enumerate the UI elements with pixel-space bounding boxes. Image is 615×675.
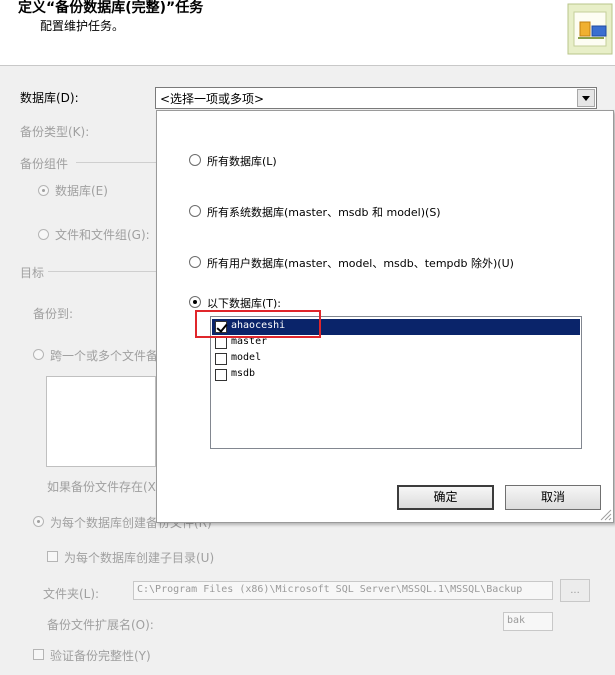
maintenance-task-icon xyxy=(567,3,613,55)
group-divider xyxy=(76,162,156,163)
browse-button[interactable]: ... xyxy=(560,579,590,602)
file-extension-input[interactable]: bak xyxy=(503,612,553,631)
radio-database-component[interactable] xyxy=(38,185,49,196)
option-system-databases[interactable]: 所有系统数据库(master、msdb 和 model)(S) xyxy=(207,204,441,220)
list-item[interactable]: model xyxy=(212,351,580,367)
database-checkbox[interactable] xyxy=(215,369,227,381)
option-span-files: 跨一个或多个文件备 xyxy=(50,349,156,363)
database-checkbox[interactable] xyxy=(215,353,227,365)
database-checkbox[interactable] xyxy=(215,337,227,349)
create-subdir-label: 为每个数据库创建子目录(U) xyxy=(64,551,215,565)
backup-component-group-label: 备份组件 xyxy=(20,157,69,171)
database-dropdown-value: <选择一项或多项> xyxy=(160,92,265,106)
group-divider xyxy=(48,271,156,272)
file-extension-label: 备份文件扩展名(O): xyxy=(47,618,154,632)
option-files-component: 文件和文件组(G): xyxy=(55,228,150,242)
option-database-component: 数据库(E) xyxy=(55,184,108,198)
page-subtitle: 配置维护任务。 xyxy=(40,19,125,33)
chevron-down-icon[interactable] xyxy=(577,89,595,107)
destination-group-label: 目标 xyxy=(20,266,45,280)
page-title: 定义“备份数据库(完整)”任务 xyxy=(18,0,204,16)
folder-path-input[interactable]: C:\Program Files (x86)\Microsoft SQL Ser… xyxy=(133,581,553,600)
option-user-databases[interactable]: 所有用户数据库(master、model、msdb、tempdb 除外)(U) xyxy=(207,255,514,271)
radio-system-databases[interactable] xyxy=(189,205,201,217)
radio-files-component[interactable] xyxy=(38,229,49,240)
backup-to-label: 备份到: xyxy=(33,307,74,321)
database-name: model xyxy=(231,352,262,363)
database-selection-popup: 所有数据库(L) 所有系统数据库(master、msdb 和 model)(S)… xyxy=(156,110,614,523)
radio-user-databases[interactable] xyxy=(189,256,201,268)
radio-span-files[interactable] xyxy=(33,349,44,360)
cancel-button[interactable]: 取消 xyxy=(505,485,601,510)
annotation-highlight-box xyxy=(195,310,321,338)
database-dropdown[interactable]: <选择一项或多项> xyxy=(155,87,597,109)
if-exists-label: 如果备份文件存在(X xyxy=(47,480,156,494)
folder-label: 文件夹(L): xyxy=(43,587,100,601)
database-label: 数据库(D): xyxy=(20,91,79,105)
option-these-databases[interactable]: 以下数据库(T): xyxy=(207,295,281,311)
radio-all-databases[interactable] xyxy=(189,154,201,166)
list-item[interactable]: msdb xyxy=(212,367,580,383)
backup-type-label: 备份类型(K): xyxy=(20,125,90,139)
ok-button[interactable]: 确定 xyxy=(397,485,494,510)
verify-integrity-checkbox[interactable] xyxy=(33,649,44,660)
radio-these-databases[interactable] xyxy=(189,296,201,308)
radio-per-database-file[interactable] xyxy=(33,516,44,527)
database-name: msdb xyxy=(231,368,256,379)
verify-integrity-label: 验证备份完整性(Y) xyxy=(50,649,151,663)
create-subdir-checkbox[interactable] xyxy=(47,551,58,562)
wizard-header: 定义“备份数据库(完整)”任务 配置维护任务。 xyxy=(0,0,615,66)
resize-grip-icon[interactable] xyxy=(599,508,612,521)
backup-files-list[interactable] xyxy=(46,376,156,467)
option-all-databases[interactable]: 所有数据库(L) xyxy=(207,153,277,169)
